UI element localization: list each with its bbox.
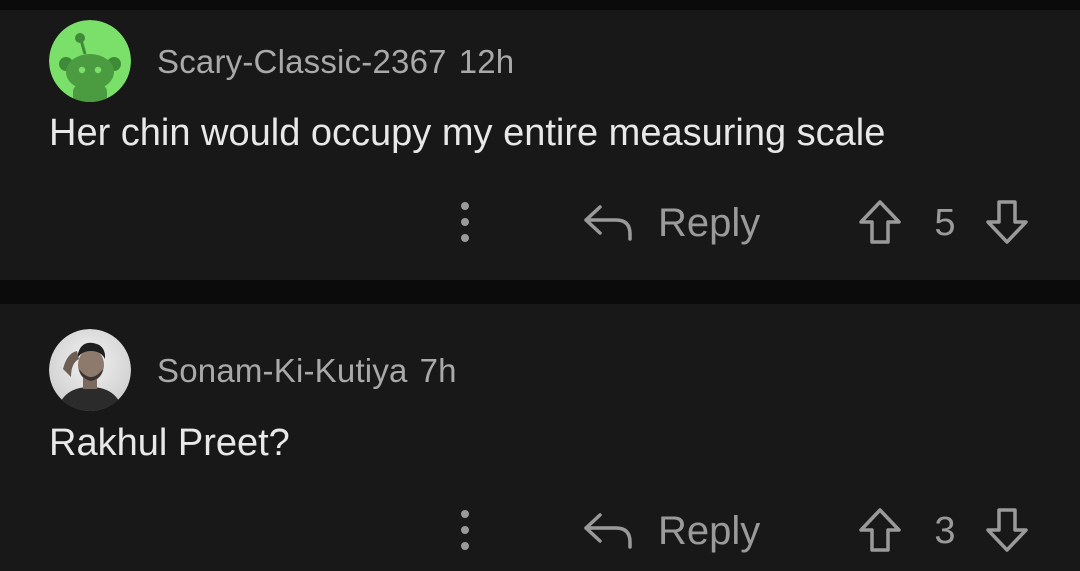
comment-timestamp: 12h (458, 43, 515, 80)
user-photo-avatar[interactable] (49, 329, 131, 411)
downvote-arrow-icon (986, 508, 1028, 552)
upvote-arrow-icon (859, 200, 901, 244)
reply-button[interactable]: Reply (582, 502, 782, 558)
comment-actions: Reply 3 (0, 500, 1080, 560)
reply-arrow-icon (584, 205, 632, 241)
comment-actions: Reply 5 (0, 192, 1080, 252)
comment-body: Rakhul Preet? (49, 422, 290, 464)
username-label[interactable]: Sonam-Ki-Kutiya (157, 352, 408, 389)
reply-button[interactable]: Reply (582, 194, 782, 250)
comment-card: Scary-Classic-2367 12h Her chin would occ… (0, 10, 1080, 280)
downvote-button[interactable] (984, 198, 1030, 246)
vertical-dots-icon (461, 202, 469, 242)
username-label[interactable]: Scary-Classic-2367 (157, 43, 447, 80)
upvote-button[interactable] (857, 198, 903, 246)
comment-body: Her chin would occupy my entire measurin… (49, 112, 886, 154)
reply-label: Reply (658, 509, 761, 553)
comment-timestamp: 7h (419, 352, 457, 389)
reply-arrow-icon (584, 513, 632, 549)
comment-thread: Scary-Classic-2367 12h Her chin would occ… (0, 0, 1080, 571)
downvote-arrow-icon (986, 200, 1028, 244)
reply-label: Reply (658, 201, 761, 245)
vote-score: 3 (934, 510, 956, 552)
downvote-button[interactable] (984, 506, 1030, 554)
vertical-dots-icon (461, 510, 469, 550)
vote-score: 5 (934, 202, 956, 244)
reddit-snoo-avatar-icon[interactable] (49, 20, 131, 102)
comment-card: Sonam-Ki-Kutiya 7h Rakhul Preet? Reply 3 (0, 304, 1080, 571)
more-options-button[interactable] (448, 200, 482, 244)
upvote-button[interactable] (857, 506, 903, 554)
top-separator (0, 0, 1080, 10)
more-options-button[interactable] (448, 508, 482, 552)
upvote-arrow-icon (859, 508, 901, 552)
comment-author[interactable]: Scary-Classic-2367 12h (157, 43, 514, 81)
comment-author[interactable]: Sonam-Ki-Kutiya 7h (157, 352, 457, 390)
